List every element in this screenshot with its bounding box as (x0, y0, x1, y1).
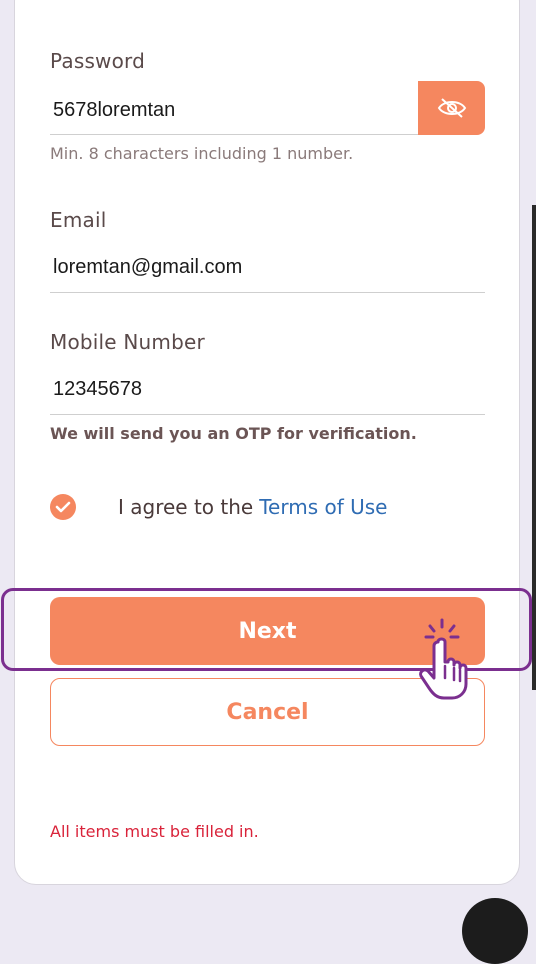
terms-agreement-text: I agree to the Terms of Use (118, 495, 387, 519)
password-underline (50, 134, 420, 135)
scrollbar[interactable] (532, 205, 536, 690)
password-input[interactable]: 5678loremtan (53, 99, 175, 122)
email-input[interactable]: loremtan@gmail.com (53, 256, 242, 279)
email-label: Email (50, 208, 107, 232)
hand-pointer-icon (419, 618, 468, 700)
terms-agreement-row: I agree to the Terms of Use (50, 492, 387, 522)
check-icon (55, 501, 71, 513)
toggle-password-visibility-button[interactable] (418, 81, 485, 135)
mobile-helper-text: We will send you an OTP for verification… (50, 424, 417, 443)
password-label: Password (50, 49, 146, 73)
password-helper-text: Min. 8 characters including 1 number. (50, 144, 354, 163)
eye-off-icon (437, 98, 466, 118)
mobile-label: Mobile Number (50, 330, 205, 354)
terms-checkbox[interactable] (50, 494, 76, 520)
email-underline (50, 292, 485, 293)
form-error-message: All items must be filled in. (50, 822, 259, 841)
mobile-input[interactable]: 12345678 (53, 378, 142, 401)
terms-agreement-prefix: I agree to the (118, 495, 254, 519)
terms-of-use-link[interactable]: Terms of Use (259, 495, 387, 519)
mobile-underline (50, 414, 485, 415)
